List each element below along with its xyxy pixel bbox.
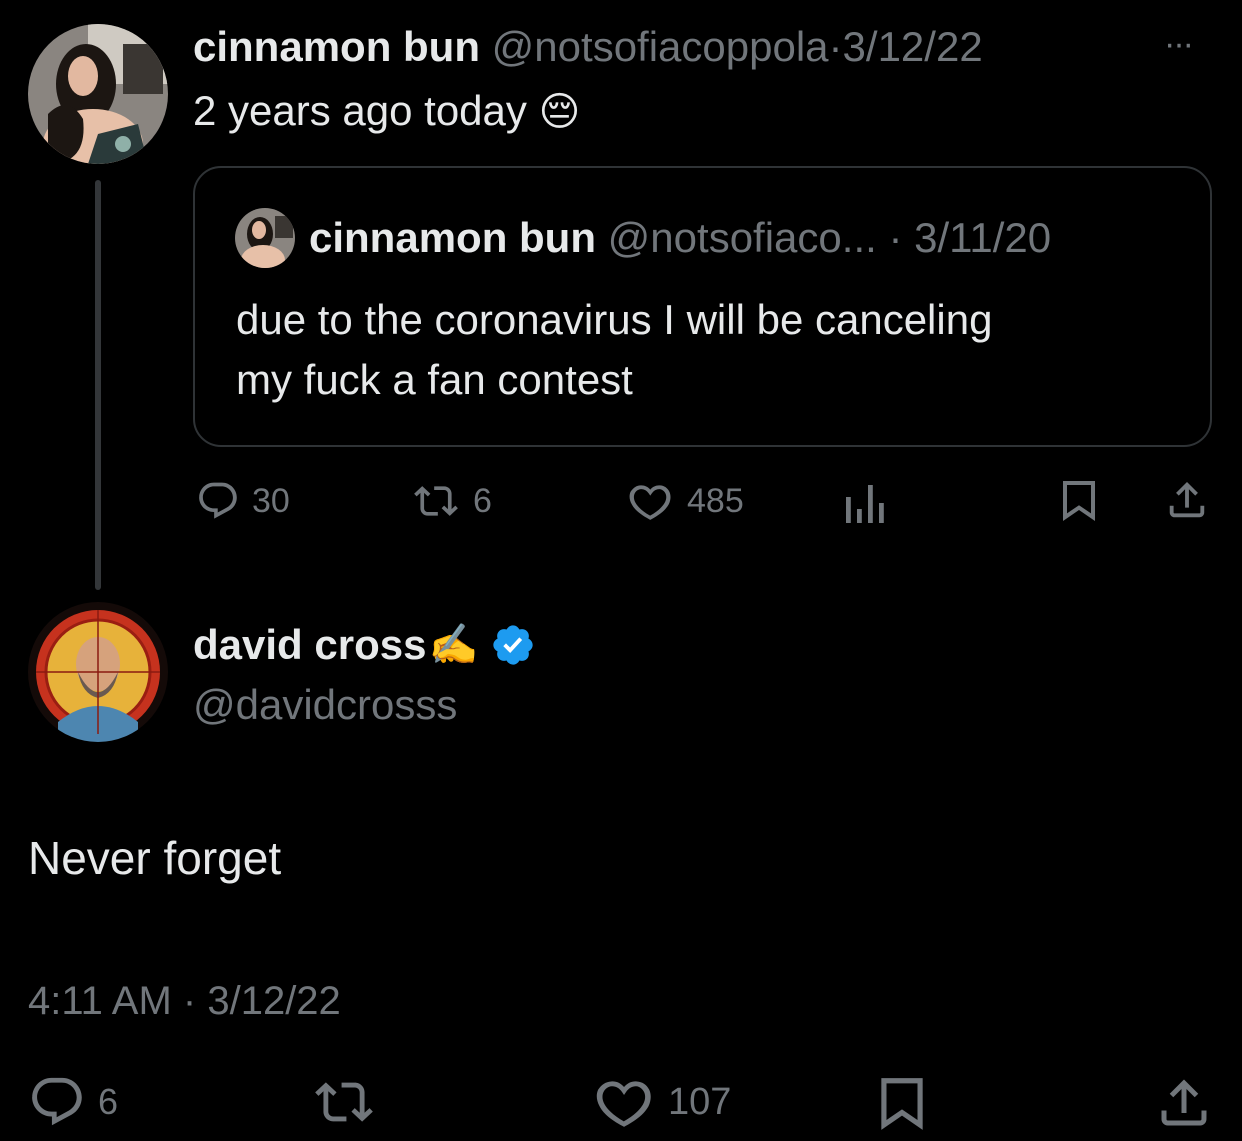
quoted-date: 3/11/20 [914, 214, 1052, 261]
reply-count: 30 [252, 481, 290, 520]
reply-icon [32, 1077, 82, 1126]
avatar-image [28, 24, 168, 164]
like-button[interactable]: 485 [627, 479, 744, 523]
avatar-david-cross[interactable] [28, 602, 168, 742]
bookmark-icon [881, 1078, 923, 1130]
reply-text: Never forget [28, 832, 282, 884]
quoted-avatar-image [235, 208, 295, 268]
reply-retweet-button[interactable] [312, 1073, 376, 1136]
thread-line [95, 180, 101, 590]
pensive-emoji: 😔 [538, 90, 581, 134]
share-icon [1161, 1079, 1207, 1126]
quoted-handle: @notsofiaco... [607, 214, 877, 261]
more-icon[interactable]: ··· [1164, 22, 1194, 66]
quoted-separator: · [888, 214, 903, 261]
reply-header: david cross ✍️ [193, 620, 536, 670]
reply-button[interactable]: 30 [196, 479, 290, 523]
quoted-tweet-header: cinnamon bun @notsofiaco... · 3/11/20 [309, 213, 1051, 263]
tweet-date[interactable]: 3/12/22 [843, 23, 983, 70]
quoted-text-line-2: my fuck a fan contest [236, 356, 633, 403]
retweet-icon [414, 486, 458, 516]
reply-timestamp[interactable]: 4:11 AM · 3/12/22 [28, 976, 341, 1026]
handle[interactable]: @notsofiacoppola [492, 23, 829, 70]
like-icon [629, 485, 671, 520]
reply-icon [199, 482, 237, 519]
retweet-button[interactable]: 6 [411, 479, 492, 523]
verified-icon[interactable] [490, 622, 536, 668]
main-tweet-text: 2 years ago today 😔 [193, 86, 580, 137]
bookmark-button[interactable] [1058, 477, 1100, 530]
separator: · [828, 23, 843, 70]
avatar-cinnamon-bun[interactable] [28, 24, 168, 164]
reply-reply-button[interactable]: 6 [28, 1073, 118, 1131]
quoted-display-name: cinnamon bun [309, 214, 596, 261]
quoted-avatar [235, 208, 295, 268]
display-name[interactable]: cinnamon bun [193, 23, 480, 70]
reply-like-count: 107 [668, 1080, 732, 1123]
retweet-icon [315, 1082, 373, 1122]
tweet-body: 2 years ago today [193, 87, 527, 134]
quoted-text-line-1: due to the coronavirus I will be canceli… [236, 296, 993, 343]
reply-handle[interactable]: @davidcrosss [193, 680, 457, 730]
reply-display-name[interactable]: david cross [193, 620, 426, 670]
avatar-image-david [28, 602, 168, 742]
reply-bookmark-button[interactable] [876, 1073, 928, 1140]
retweet-count: 6 [473, 481, 492, 520]
reply-like-button[interactable]: 107 [594, 1073, 731, 1131]
writing-hand-emoji: ✍️ [428, 623, 479, 667]
like-icon [596, 1081, 651, 1127]
bookmark-icon [1063, 481, 1095, 521]
reply-reply-count: 6 [98, 1081, 119, 1122]
reply-share-button[interactable] [1154, 1073, 1214, 1138]
views-icon [846, 485, 884, 523]
views-button[interactable] [842, 481, 886, 528]
like-count: 485 [687, 481, 744, 520]
share-button[interactable] [1164, 477, 1210, 528]
quoted-tweet-text: due to the coronavirus I will be canceli… [236, 290, 992, 410]
share-icon [1169, 481, 1205, 518]
main-tweet-header: cinnamon bun @notsofiacoppola·3/12/22 [193, 22, 983, 72]
